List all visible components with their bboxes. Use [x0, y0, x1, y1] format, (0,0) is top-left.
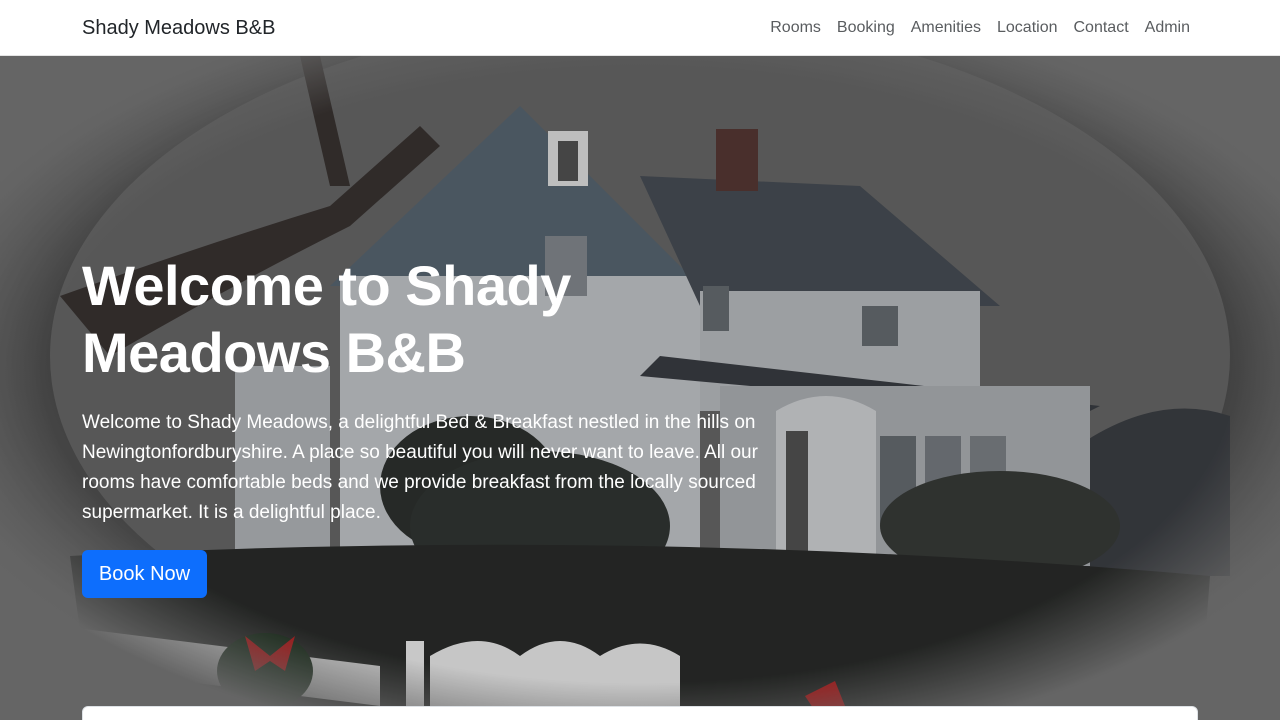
hero-title: Welcome to Shady Meadows B&B — [82, 254, 571, 384]
booking-card-top-edge — [82, 706, 1198, 720]
hero-dark-overlay — [0, 56, 1280, 720]
nav-link-amenities[interactable]: Amenities — [911, 19, 981, 36]
nav-link-contact[interactable]: Contact — [1074, 19, 1129, 36]
book-now-button[interactable]: Book Now — [82, 550, 207, 598]
brand-link[interactable]: Shady Meadows B&B — [82, 16, 275, 40]
hero-description: Welcome to Shady Meadows, a delightful B… — [82, 412, 758, 523]
hero-section: Welcome to Shady Meadows B&B Welcome to … — [0, 56, 1280, 720]
nav-link-booking[interactable]: Booking — [837, 19, 895, 36]
nav-link-rooms[interactable]: Rooms — [770, 19, 821, 36]
navbar: Shady Meadows B&B Rooms Booking Amenitie… — [0, 0, 1280, 56]
nav-link-admin[interactable]: Admin — [1145, 19, 1190, 36]
nav-menu: Rooms Booking Amenities Location Contact… — [754, 18, 1190, 38]
nav-link-location[interactable]: Location — [997, 19, 1058, 36]
